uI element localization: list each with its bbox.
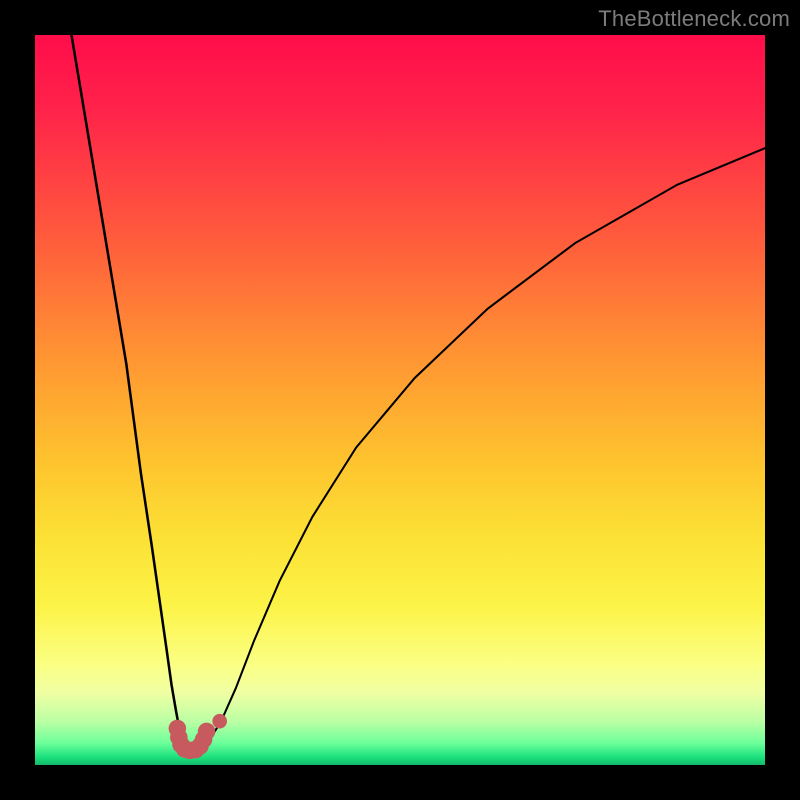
- curve-left-branch: [72, 35, 184, 743]
- curve-group: [72, 35, 766, 750]
- curve-right-branch: [183, 148, 765, 750]
- plot-area: [35, 35, 765, 765]
- marker-group: [169, 714, 227, 759]
- watermark-text: TheBottleneck.com: [598, 6, 790, 32]
- detached-dot: [212, 714, 227, 729]
- chart-svg: [35, 35, 765, 765]
- u-marker-right-top: [198, 723, 216, 741]
- chart-frame: TheBottleneck.com: [0, 0, 800, 800]
